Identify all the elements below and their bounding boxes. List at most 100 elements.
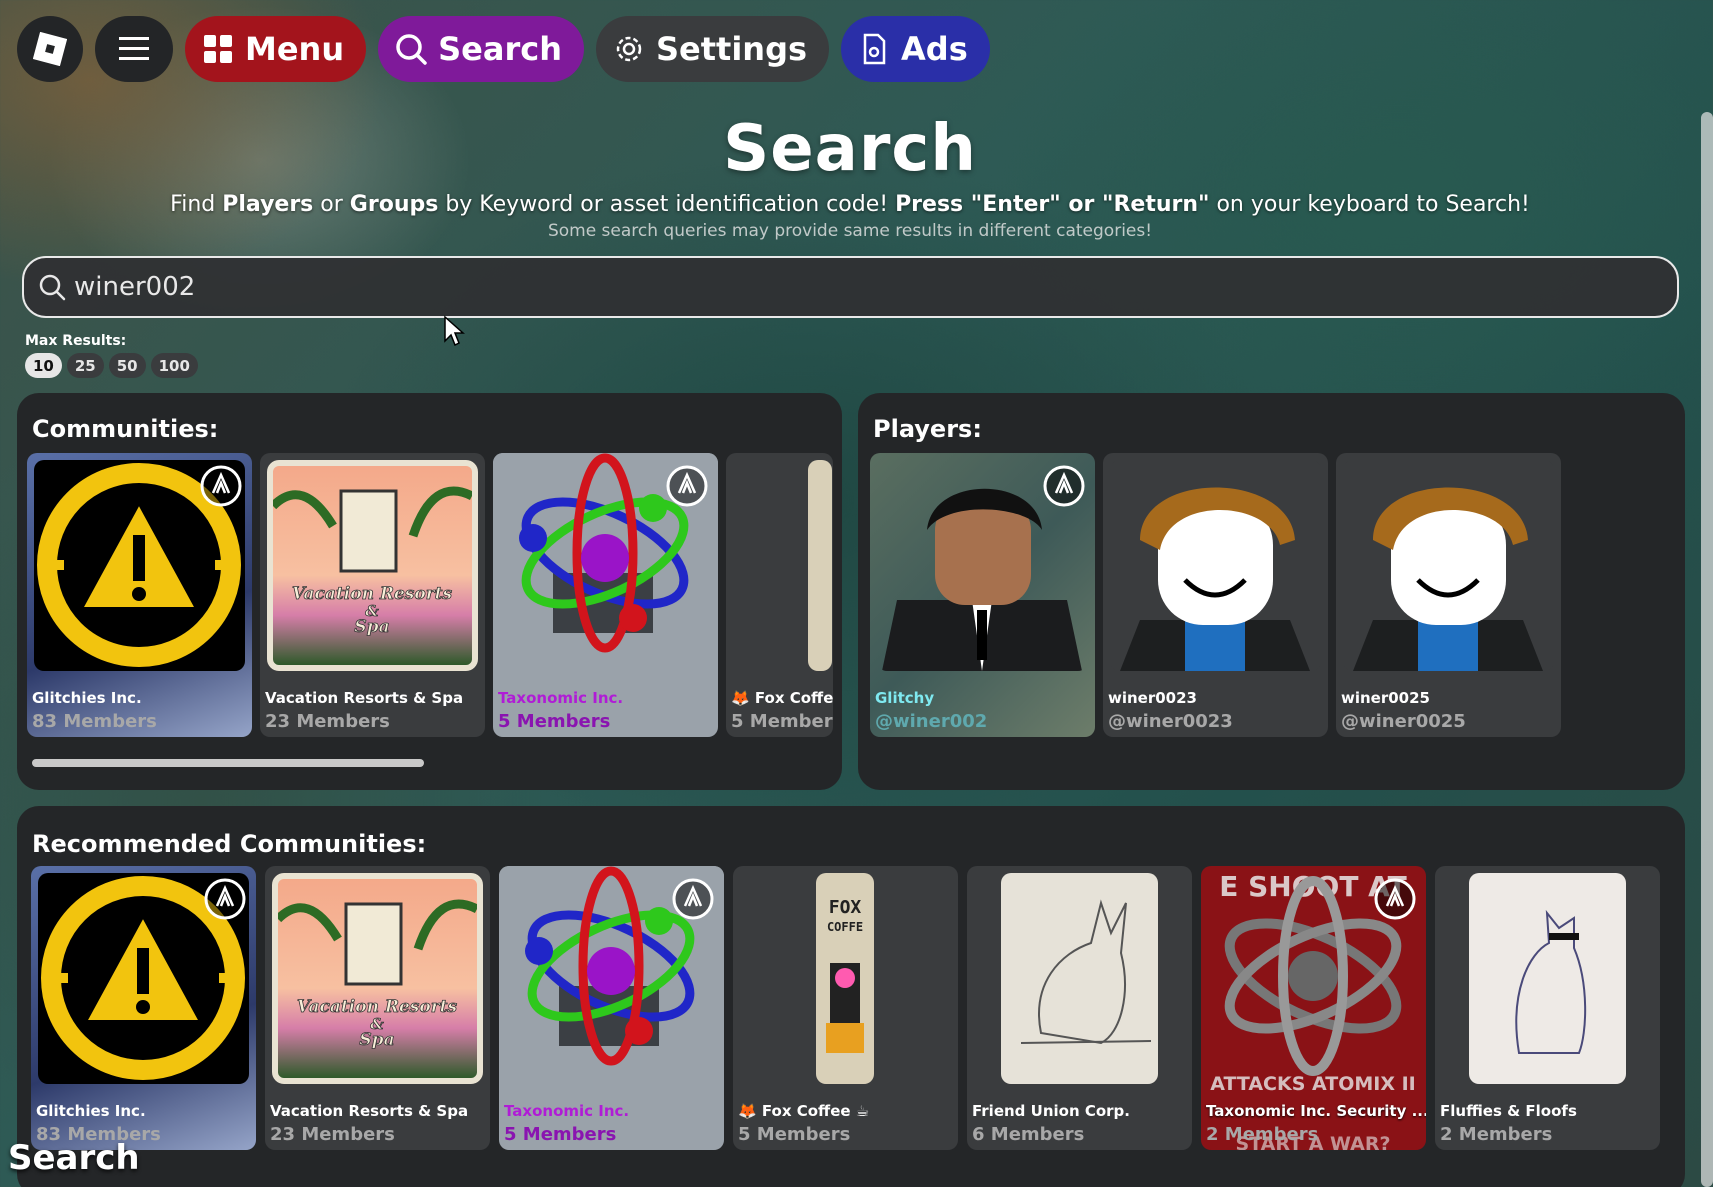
search-field[interactable] bbox=[22, 256, 1679, 318]
shield-badge-icon bbox=[666, 465, 708, 507]
community-members: 83 Members bbox=[32, 711, 157, 732]
instr-players: Players bbox=[222, 192, 314, 217]
community-members: 23 Members bbox=[270, 1124, 395, 1145]
community-name: Glitchies Inc. bbox=[32, 689, 142, 707]
instr-mid: by Keyword or asset identification code! bbox=[445, 192, 889, 217]
community-members: 2 Members bbox=[1206, 1124, 1319, 1145]
menu-button[interactable]: Menu bbox=[185, 16, 367, 82]
search-icon bbox=[39, 274, 66, 301]
instr-find: Find bbox=[170, 192, 216, 217]
player-card[interactable]: Glitchy @winer002 bbox=[870, 453, 1095, 737]
ads-label: Ads bbox=[901, 30, 968, 68]
security-banner-bottom: ATTACKS ATOMIX II bbox=[1210, 1073, 1416, 1095]
grid-icon bbox=[204, 35, 232, 63]
shield-badge-icon bbox=[204, 878, 246, 920]
community-members: 23 Members bbox=[265, 711, 390, 732]
gear-icon bbox=[616, 36, 642, 62]
ad-document-icon bbox=[863, 33, 886, 65]
community-name: Vacation Resorts & Spa bbox=[270, 1102, 469, 1120]
settings-label: Settings bbox=[655, 30, 808, 68]
page-title: Search bbox=[723, 112, 977, 186]
roblox-logo-button[interactable] bbox=[17, 16, 83, 82]
recommended-title: Recommended Communities: bbox=[32, 830, 427, 858]
player-avatar bbox=[1343, 460, 1554, 671]
settings-button[interactable]: Settings bbox=[595, 16, 830, 82]
community-members: 5 Members bbox=[731, 711, 833, 732]
vacation-logo-text: Vacation Resorts bbox=[292, 584, 453, 604]
shield-badge-icon bbox=[1374, 878, 1416, 920]
community-card[interactable]: FOX COFFE 🦊 Fox Coffee ☕ 5 Members bbox=[733, 866, 958, 1150]
max-results-10[interactable]: 10 bbox=[25, 353, 62, 378]
footer-search-label: Search bbox=[8, 1138, 140, 1178]
recommended-panel: Recommended Communities: Glitchies Inc. … bbox=[17, 806, 1685, 1187]
community-thumbnail: Vacation Resorts & Spa bbox=[272, 873, 483, 1084]
ads-button[interactable]: Ads bbox=[841, 16, 990, 82]
player-card[interactable]: winer0023 @winer0023 bbox=[1103, 453, 1328, 737]
community-card[interactable]: Taxonomic Inc. 5 Members bbox=[499, 866, 724, 1150]
community-name: Taxonomic Inc. bbox=[504, 1102, 630, 1120]
instr-press: Press "Enter" or "Return" bbox=[895, 192, 1210, 217]
community-name: Friend Union Corp. bbox=[972, 1102, 1130, 1120]
community-card[interactable]: Vacation Resorts & Spa Vacation Resorts … bbox=[260, 453, 485, 737]
community-card[interactable]: Glitchies Inc. 83 Members bbox=[27, 453, 252, 737]
community-members: 6 Members bbox=[972, 1124, 1085, 1145]
fox-logo-subtext: COFFE bbox=[827, 920, 863, 934]
community-card[interactable]: Friend Union Corp. 6 Members bbox=[967, 866, 1192, 1150]
community-thumbnail bbox=[808, 460, 832, 671]
search-note: Some search queries may provide same res… bbox=[547, 221, 1153, 241]
communities-panel: Communities: Glitchies Inc. 83 Members V… bbox=[17, 393, 842, 790]
max-results-label: Max Results: bbox=[25, 333, 127, 349]
community-card[interactable]: Fluffies & Floofs 2 Members bbox=[1435, 866, 1660, 1150]
search-instructions: Find Players or Groups by Keyword or ass… bbox=[0, 192, 1700, 217]
players-panel: Players: Glitchy @winer002 winer0023 @wi… bbox=[858, 393, 1685, 790]
roblox-logo-icon bbox=[33, 32, 67, 66]
community-thumbnail: Vacation Resorts & Spa bbox=[267, 460, 478, 671]
community-name: Fluffies & Floofs bbox=[1440, 1102, 1577, 1120]
community-thumbnail bbox=[1469, 873, 1626, 1084]
player-username: @winer0025 bbox=[1341, 711, 1466, 732]
vacation-logo-text: Vacation Resorts bbox=[297, 997, 458, 1017]
community-card[interactable]: E SHOOT AT ATTACKS ATOMIX II START A WAR… bbox=[1201, 866, 1426, 1150]
fox-logo-text: FOX bbox=[829, 897, 862, 918]
community-members: 5 Members bbox=[738, 1124, 851, 1145]
horizontal-scrollbar[interactable] bbox=[32, 759, 424, 767]
community-card[interactable]: Vacation Resorts & Spa Vacation Resorts … bbox=[265, 866, 490, 1150]
players-title: Players: bbox=[873, 415, 982, 443]
community-name: Glitchies Inc. bbox=[36, 1102, 146, 1120]
community-card[interactable]: 🦊 Fox Coffee 5 Members bbox=[726, 453, 833, 737]
search-button[interactable]: Search bbox=[378, 16, 584, 82]
vacation-logo-spa: Spa bbox=[354, 617, 389, 637]
community-card[interactable]: Taxonomic Inc. 5 Members bbox=[493, 453, 718, 737]
max-results-50[interactable]: 50 bbox=[108, 353, 146, 378]
max-results-25[interactable]: 25 bbox=[66, 353, 104, 378]
max-results-100[interactable]: 100 bbox=[150, 353, 198, 378]
search-input[interactable] bbox=[74, 272, 1574, 302]
hamburger-icon bbox=[119, 37, 149, 60]
community-name: Vacation Resorts & Spa bbox=[265, 689, 464, 707]
vertical-scrollbar[interactable] bbox=[1701, 112, 1713, 1187]
player-display-name: winer0023 bbox=[1108, 689, 1197, 707]
community-members: 2 Members bbox=[1440, 1124, 1553, 1145]
shield-badge-icon bbox=[1043, 465, 1085, 507]
community-name: Taxonomic Inc. Security ... bbox=[1206, 1102, 1426, 1120]
community-members: 5 Members bbox=[504, 1124, 617, 1145]
instr-end: on your keyboard to Search! bbox=[1216, 192, 1530, 217]
communities-title: Communities: bbox=[32, 415, 219, 443]
player-avatar bbox=[1110, 460, 1321, 671]
community-card[interactable]: Glitchies Inc. 83 Members bbox=[31, 866, 256, 1150]
community-thumbnail: FOX COFFE bbox=[816, 873, 874, 1084]
community-thumbnail bbox=[1001, 873, 1158, 1084]
top-navigation: Menu Search Settings Ads bbox=[17, 16, 990, 82]
player-username: @winer0023 bbox=[1108, 711, 1233, 732]
player-username: @winer002 bbox=[875, 711, 988, 732]
search-icon bbox=[396, 34, 427, 65]
instr-groups: Groups bbox=[349, 192, 439, 217]
max-results-options: 10 25 50 100 bbox=[25, 353, 198, 378]
menu-label: Menu bbox=[245, 30, 345, 68]
search-label: Search bbox=[438, 30, 562, 68]
player-display-name: winer0025 bbox=[1341, 689, 1430, 707]
mouse-cursor-icon bbox=[444, 315, 465, 347]
hamburger-button[interactable] bbox=[95, 16, 173, 82]
community-members: 5 Members bbox=[498, 711, 611, 732]
player-card[interactable]: winer0025 @winer0025 bbox=[1336, 453, 1561, 737]
